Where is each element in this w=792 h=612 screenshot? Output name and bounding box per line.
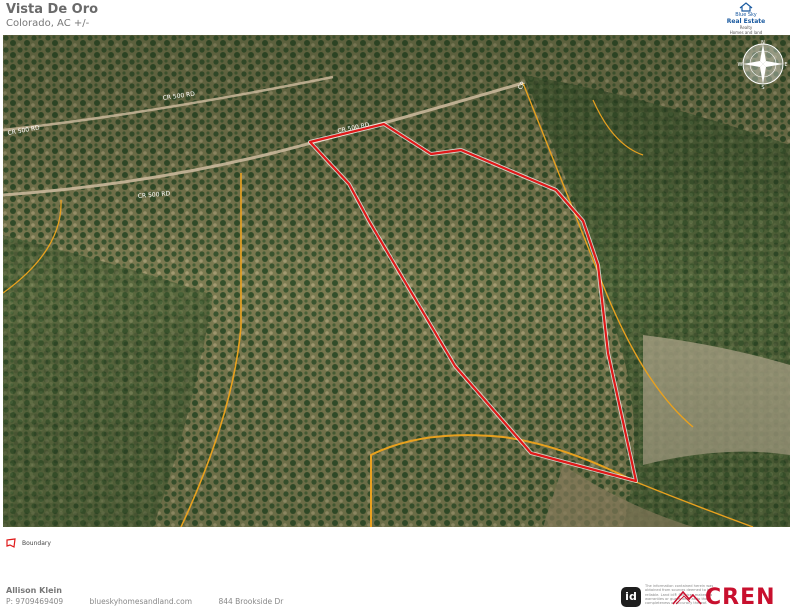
agent-name: Allison Klein bbox=[6, 586, 62, 595]
brokerage-logo: Blue Sky Real Estate Realty Homes and la… bbox=[726, 2, 766, 35]
house-icon bbox=[739, 2, 753, 12]
compass-south: S bbox=[761, 85, 764, 90]
legend-boundary-label: Boundary bbox=[22, 539, 51, 547]
compass-east: E bbox=[784, 62, 787, 68]
logo-line2: Real Estate bbox=[726, 18, 766, 25]
map-canvas: CR 500 RD CR 500 RD CR 500 RD CR 500 RD … bbox=[3, 35, 790, 527]
agent-address: 844 Brookside Dr bbox=[218, 597, 284, 606]
map-title: Vista De Oro bbox=[6, 2, 99, 17]
map-subtitle: Colorado, AC +/- bbox=[6, 18, 90, 29]
land-id-logo: id bbox=[621, 587, 641, 607]
agent-phone[interactable]: P: 9709469409 bbox=[6, 597, 63, 606]
compass-north: N bbox=[761, 40, 765, 46]
satellite-map[interactable]: CR 500 RD CR 500 RD CR 500 RD CR 500 RD … bbox=[3, 35, 790, 527]
agent-website[interactable]: blueskyhomesandland.com bbox=[90, 597, 193, 606]
cren-logo: CREN bbox=[705, 585, 776, 610]
map-legend: Boundary bbox=[6, 538, 51, 548]
boundary-polygon-icon bbox=[6, 538, 16, 548]
compass-rose-icon: N S E W bbox=[738, 40, 788, 90]
compass-west: W bbox=[738, 62, 743, 68]
agent-contact: P: 9709469409 blueskyhomesandland.com 84… bbox=[6, 597, 307, 606]
mountain-logo-icon bbox=[672, 590, 702, 605]
